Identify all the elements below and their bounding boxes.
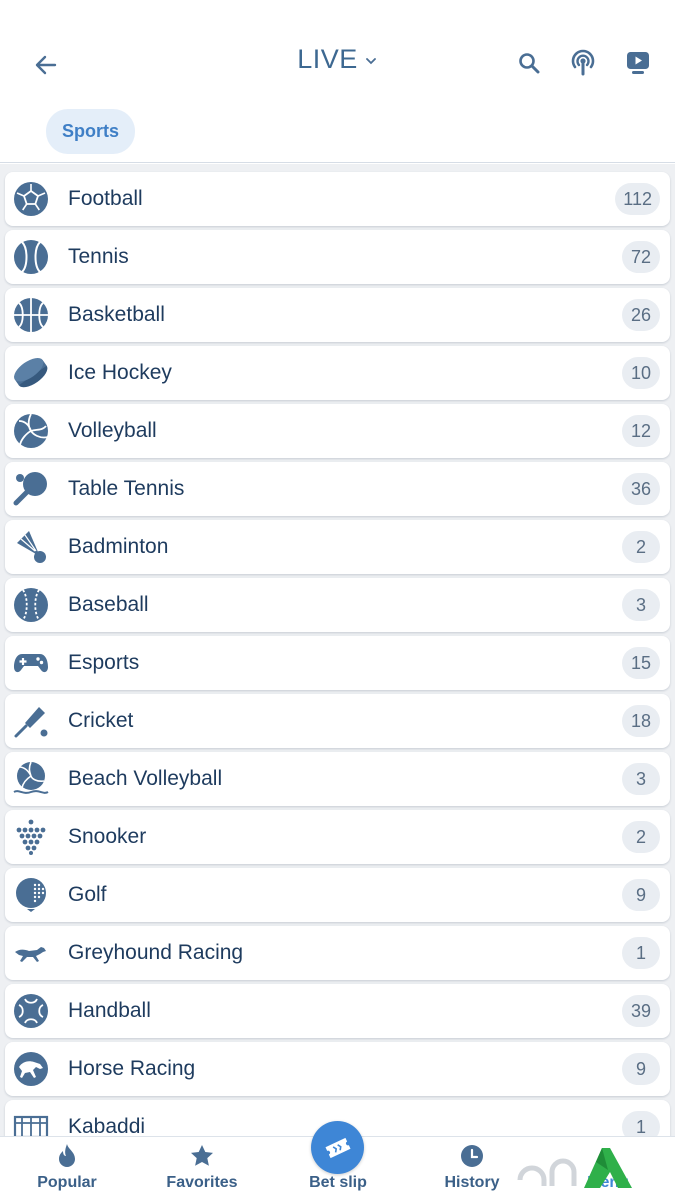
sport-row-beach-volleyball[interactable]: Beach Volleyball 3	[5, 752, 670, 806]
sport-name: Golf	[68, 883, 107, 906]
sport-row-handball[interactable]: Handball 39	[5, 984, 670, 1038]
sport-name: Basketball	[68, 303, 165, 326]
kabaddi-icon	[13, 1109, 49, 1136]
nav-label: Bet slip	[309, 1174, 367, 1191]
flame-icon	[52, 1143, 82, 1169]
handball-icon	[13, 993, 49, 1029]
sports-list: Football 112 Tennis 72 Basketball 26 Ice…	[0, 164, 675, 1136]
event-count-badge: 2	[622, 821, 660, 853]
sport-name: Baseball	[68, 593, 149, 616]
sport-name: Kabaddi	[68, 1115, 146, 1136]
nav-label: Popular	[37, 1174, 97, 1191]
star-icon	[187, 1143, 217, 1169]
sport-name: Tennis	[68, 245, 129, 268]
sport-row-football[interactable]: Football 112	[5, 172, 670, 226]
page-title: LIVE	[297, 44, 358, 74]
nav-label: Favorites	[166, 1174, 238, 1191]
sport-name: Greyhound Racing	[68, 941, 244, 964]
bet-slip-button[interactable]	[311, 1121, 364, 1174]
watermark-logo-icon	[517, 1148, 632, 1188]
sport-name: Cricket	[68, 709, 134, 732]
chevron-down-icon	[364, 54, 378, 68]
football-icon	[13, 181, 49, 217]
event-count-badge: 112	[615, 183, 660, 215]
nav-favorites[interactable]: Favorites	[147, 1137, 257, 1200]
sport-row-badminton[interactable]: Badminton 2	[5, 520, 670, 574]
sport-row-table-tennis[interactable]: Table Tennis 36	[5, 462, 670, 516]
sport-name: Football	[68, 187, 143, 210]
sport-row-esports[interactable]: Esports 15	[5, 636, 670, 690]
tv-play-icon	[627, 52, 649, 74]
event-count-badge: 15	[622, 647, 660, 679]
live-stream-button[interactable]	[567, 46, 599, 80]
table-tennis-icon	[13, 471, 49, 507]
sport-row-basketball[interactable]: Basketball 26	[5, 288, 670, 342]
golf-ball-icon	[13, 877, 49, 913]
sport-name: Volleyball	[68, 419, 157, 442]
basketball-icon	[13, 297, 49, 333]
search-icon	[519, 53, 540, 74]
sport-row-horse-racing[interactable]: Horse Racing 9	[5, 1042, 670, 1096]
event-count-badge: 26	[622, 299, 660, 331]
sport-row-ice-hockey[interactable]: Ice Hockey 10	[5, 346, 670, 400]
event-count-badge: 39	[622, 995, 660, 1027]
volleyball-icon	[13, 413, 49, 449]
baseball-icon	[13, 587, 49, 623]
tennis-icon	[13, 239, 49, 275]
gamepad-icon	[13, 645, 49, 681]
snooker-icon	[13, 819, 49, 855]
nav-history[interactable]: History	[417, 1137, 527, 1200]
event-count-badge: 10	[622, 357, 660, 389]
app-header: LIVE Sports	[0, 0, 675, 163]
event-count-badge: 3	[622, 763, 660, 795]
event-count-badge: 2	[622, 531, 660, 563]
sport-row-snooker[interactable]: Snooker 2	[5, 810, 670, 864]
event-count-badge: 18	[622, 705, 660, 737]
event-count-badge: 72	[622, 241, 660, 273]
sport-name: Table Tennis	[68, 477, 185, 500]
broadcast-icon	[571, 49, 595, 76]
search-button[interactable]	[513, 46, 545, 80]
horse-racing-icon	[13, 1051, 49, 1087]
sport-name: Beach Volleyball	[68, 767, 223, 790]
sport-row-volleyball[interactable]: Volleyball 12	[5, 404, 670, 458]
nav-popular[interactable]: Popular	[12, 1137, 122, 1200]
sport-name: Snooker	[68, 825, 147, 848]
sport-name: Esports	[68, 651, 140, 674]
sport-name: Badminton	[68, 535, 169, 558]
ice-hockey-icon	[13, 355, 49, 391]
nav-label: History	[444, 1174, 500, 1191]
badminton-icon	[13, 529, 49, 565]
event-count-badge: 12	[622, 415, 660, 447]
sport-name: Handball	[68, 999, 151, 1022]
greyhound-icon	[13, 935, 49, 971]
cricket-bat-icon	[13, 703, 49, 739]
sport-row-baseball[interactable]: Baseball 3	[5, 578, 670, 632]
event-count-badge: 9	[622, 879, 660, 911]
sport-row-golf[interactable]: Golf 9	[5, 868, 670, 922]
ticket-icon	[324, 1137, 351, 1158]
clock-icon	[457, 1143, 487, 1169]
event-count-badge: 36	[622, 473, 660, 505]
sport-name: Ice Hockey	[68, 361, 172, 384]
sport-name: Horse Racing	[68, 1057, 196, 1080]
event-count-badge: 1	[622, 1111, 660, 1136]
tab-sports[interactable]: Sports	[46, 109, 135, 154]
sport-row-cricket[interactable]: Cricket 18	[5, 694, 670, 748]
event-count-badge: 1	[622, 937, 660, 969]
beach-volleyball-icon	[13, 761, 49, 797]
event-count-badge: 9	[622, 1053, 660, 1085]
sport-row-greyhound-racing[interactable]: Greyhound Racing 1	[5, 926, 670, 980]
sport-row-tennis[interactable]: Tennis 72	[5, 230, 670, 284]
event-count-badge: 3	[622, 589, 660, 621]
video-button[interactable]	[622, 46, 654, 80]
